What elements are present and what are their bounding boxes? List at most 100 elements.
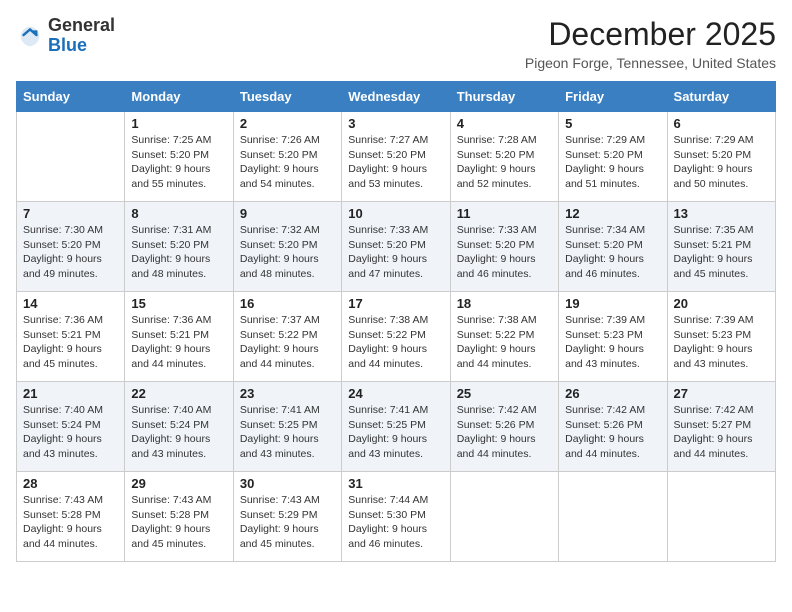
calendar-cell	[17, 112, 125, 202]
day-number: 12	[565, 206, 660, 221]
day-number: 17	[348, 296, 443, 311]
day-info: Sunrise: 7:40 AMSunset: 5:24 PMDaylight:…	[23, 403, 118, 462]
day-info: Sunrise: 7:31 AMSunset: 5:20 PMDaylight:…	[131, 223, 226, 282]
calendar-cell: 25 Sunrise: 7:42 AMSunset: 5:26 PMDayligh…	[450, 382, 558, 472]
day-info: Sunrise: 7:28 AMSunset: 5:20 PMDaylight:…	[457, 133, 552, 192]
calendar-cell	[559, 472, 667, 562]
day-number: 11	[457, 206, 552, 221]
day-info: Sunrise: 7:29 AMSunset: 5:20 PMDaylight:…	[674, 133, 769, 192]
calendar-week-1: 1 Sunrise: 7:25 AMSunset: 5:20 PMDaylight…	[17, 112, 776, 202]
calendar-cell	[450, 472, 558, 562]
calendar-cell: 21 Sunrise: 7:40 AMSunset: 5:24 PMDayligh…	[17, 382, 125, 472]
day-info: Sunrise: 7:27 AMSunset: 5:20 PMDaylight:…	[348, 133, 443, 192]
calendar-cell: 3 Sunrise: 7:27 AMSunset: 5:20 PMDaylight…	[342, 112, 450, 202]
day-info: Sunrise: 7:39 AMSunset: 5:23 PMDaylight:…	[674, 313, 769, 372]
day-info: Sunrise: 7:42 AMSunset: 5:27 PMDaylight:…	[674, 403, 769, 462]
day-info: Sunrise: 7:42 AMSunset: 5:26 PMDaylight:…	[565, 403, 660, 462]
calendar-cell: 5Sunrise: 7:29 AMSunset: 5:20 PMDaylight…	[559, 112, 667, 202]
page-header: General Blue December 2025 Pigeon Forge,…	[16, 16, 776, 71]
calendar-week-4: 21 Sunrise: 7:40 AMSunset: 5:24 PMDayligh…	[17, 382, 776, 472]
calendar-header: SundayMondayTuesdayWednesdayThursdayFrid…	[17, 82, 776, 112]
day-info: Sunrise: 7:32 AMSunset: 5:20 PMDaylight:…	[240, 223, 335, 282]
calendar-cell	[667, 472, 775, 562]
calendar-cell: 28Sunrise: 7:43 AMSunset: 5:28 PMDayligh…	[17, 472, 125, 562]
day-info: Sunrise: 7:26 AMSunset: 5:20 PMDaylight:…	[240, 133, 335, 192]
day-number: 1	[131, 116, 226, 131]
calendar-table: SundayMondayTuesdayWednesdayThursdayFrid…	[16, 81, 776, 562]
logo-text: General Blue	[48, 16, 115, 56]
day-header-thursday: Thursday	[450, 82, 558, 112]
day-number: 8	[131, 206, 226, 221]
day-header-sunday: Sunday	[17, 82, 125, 112]
calendar-body: 1 Sunrise: 7:25 AMSunset: 5:20 PMDaylight…	[17, 112, 776, 562]
day-info: Sunrise: 7:38 AMSunset: 5:22 PMDaylight:…	[457, 313, 552, 372]
day-info: Sunrise: 7:42 AMSunset: 5:26 PMDaylight:…	[457, 403, 552, 462]
day-number: 26	[565, 386, 660, 401]
calendar-cell: 23 Sunrise: 7:41 AMSunset: 5:25 PMDayligh…	[233, 382, 341, 472]
day-number: 2	[240, 116, 335, 131]
calendar-week-3: 14 Sunrise: 7:36 AMSunset: 5:21 PMDayligh…	[17, 292, 776, 382]
calendar-cell: 4 Sunrise: 7:28 AMSunset: 5:20 PMDaylight…	[450, 112, 558, 202]
logo-icon	[16, 22, 44, 50]
calendar-cell: 11 Sunrise: 7:33 AMSunset: 5:20 PMDayligh…	[450, 202, 558, 292]
day-number: 9	[240, 206, 335, 221]
day-header-monday: Monday	[125, 82, 233, 112]
calendar-cell: 17 Sunrise: 7:38 AMSunset: 5:22 PMDayligh…	[342, 292, 450, 382]
calendar-cell: 30 Sunrise: 7:43 AMSunset: 5:29 PMDayligh…	[233, 472, 341, 562]
day-number: 6	[674, 116, 769, 131]
day-number: 7	[23, 206, 118, 221]
day-number: 29	[131, 476, 226, 491]
day-info: Sunrise: 7:36 AMSunset: 5:21 PMDaylight:…	[23, 313, 118, 372]
day-number: 25	[457, 386, 552, 401]
calendar-cell: 2 Sunrise: 7:26 AMSunset: 5:20 PMDaylight…	[233, 112, 341, 202]
calendar-week-5: 28Sunrise: 7:43 AMSunset: 5:28 PMDayligh…	[17, 472, 776, 562]
calendar-cell: 19 Sunrise: 7:39 AMSunset: 5:23 PMDayligh…	[559, 292, 667, 382]
day-number: 23	[240, 386, 335, 401]
day-info: Sunrise: 7:41 AMSunset: 5:25 PMDaylight:…	[240, 403, 335, 462]
title-block: December 2025 Pigeon Forge, Tennessee, U…	[525, 16, 776, 71]
calendar-cell: 22 Sunrise: 7:40 AMSunset: 5:24 PMDayligh…	[125, 382, 233, 472]
day-number: 14	[23, 296, 118, 311]
day-number: 3	[348, 116, 443, 131]
calendar-cell: 6 Sunrise: 7:29 AMSunset: 5:20 PMDaylight…	[667, 112, 775, 202]
calendar-cell: 31Sunrise: 7:44 AMSunset: 5:30 PMDayligh…	[342, 472, 450, 562]
calendar-cell: 8 Sunrise: 7:31 AMSunset: 5:20 PMDaylight…	[125, 202, 233, 292]
day-number: 13	[674, 206, 769, 221]
calendar-cell: 14 Sunrise: 7:36 AMSunset: 5:21 PMDayligh…	[17, 292, 125, 382]
day-info: Sunrise: 7:39 AMSunset: 5:23 PMDaylight:…	[565, 313, 660, 372]
day-info: Sunrise: 7:30 AMSunset: 5:20 PMDaylight:…	[23, 223, 118, 282]
day-header-friday: Friday	[559, 82, 667, 112]
calendar-cell: 10 Sunrise: 7:33 AMSunset: 5:20 PMDayligh…	[342, 202, 450, 292]
day-number: 20	[674, 296, 769, 311]
day-info: Sunrise: 7:25 AMSunset: 5:20 PMDaylight:…	[131, 133, 226, 192]
day-info: Sunrise: 7:37 AMSunset: 5:22 PMDaylight:…	[240, 313, 335, 372]
month-year-title: December 2025	[525, 16, 776, 53]
day-info: Sunrise: 7:38 AMSunset: 5:22 PMDaylight:…	[348, 313, 443, 372]
day-info: Sunrise: 7:40 AMSunset: 5:24 PMDaylight:…	[131, 403, 226, 462]
logo: General Blue	[16, 16, 115, 56]
day-number: 16	[240, 296, 335, 311]
calendar-cell: 13Sunrise: 7:35 AMSunset: 5:21 PMDayligh…	[667, 202, 775, 292]
location-subtitle: Pigeon Forge, Tennessee, United States	[525, 55, 776, 71]
day-number: 27	[674, 386, 769, 401]
day-info: Sunrise: 7:36 AMSunset: 5:21 PMDaylight:…	[131, 313, 226, 372]
day-info: Sunrise: 7:33 AMSunset: 5:20 PMDaylight:…	[457, 223, 552, 282]
day-info: Sunrise: 7:43 AMSunset: 5:29 PMDaylight:…	[240, 493, 335, 552]
day-header-tuesday: Tuesday	[233, 82, 341, 112]
day-info: Sunrise: 7:34 AMSunset: 5:20 PMDaylight:…	[565, 223, 660, 282]
day-number: 4	[457, 116, 552, 131]
day-number: 22	[131, 386, 226, 401]
day-info: Sunrise: 7:41 AMSunset: 5:25 PMDaylight:…	[348, 403, 443, 462]
calendar-week-2: 7 Sunrise: 7:30 AMSunset: 5:20 PMDaylight…	[17, 202, 776, 292]
day-number: 10	[348, 206, 443, 221]
day-number: 19	[565, 296, 660, 311]
day-number: 5	[565, 116, 660, 131]
day-info: Sunrise: 7:43 AMSunset: 5:28 PMDaylight:…	[23, 493, 118, 552]
day-info: Sunrise: 7:33 AMSunset: 5:20 PMDaylight:…	[348, 223, 443, 282]
day-info: Sunrise: 7:43 AMSunset: 5:28 PMDaylight:…	[131, 493, 226, 552]
day-number: 18	[457, 296, 552, 311]
days-of-week-row: SundayMondayTuesdayWednesdayThursdayFrid…	[17, 82, 776, 112]
day-number: 21	[23, 386, 118, 401]
day-number: 30	[240, 476, 335, 491]
calendar-cell: 29 Sunrise: 7:43 AMSunset: 5:28 PMDayligh…	[125, 472, 233, 562]
